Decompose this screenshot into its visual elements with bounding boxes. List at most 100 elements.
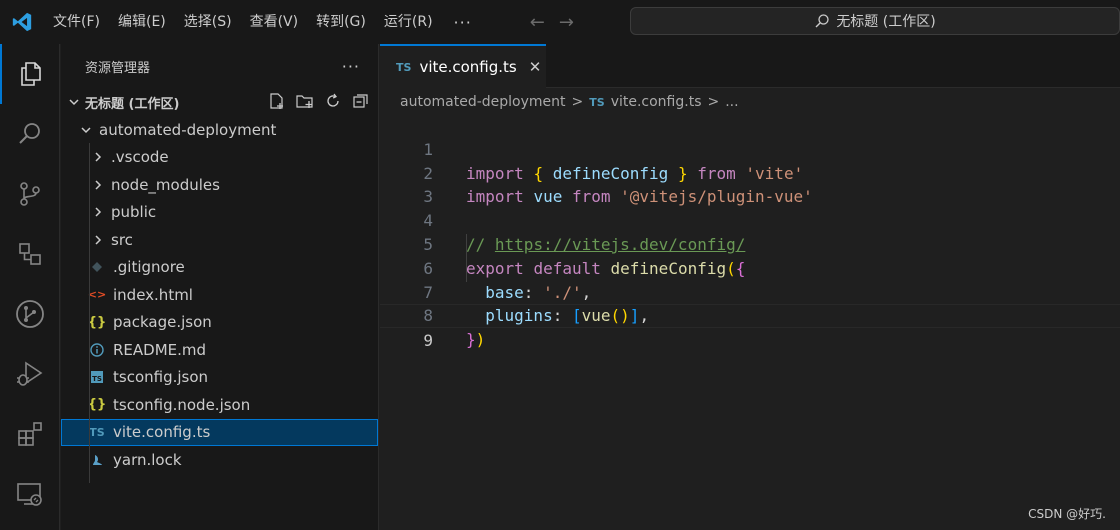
git-graph-icon[interactable] xyxy=(0,284,60,344)
new-file-icon[interactable] xyxy=(268,92,286,114)
yarn-file-icon xyxy=(89,453,105,467)
git-file-icon xyxy=(89,261,105,273)
tree-file-gitignore[interactable]: .gitignore xyxy=(61,254,378,282)
tree-file-readme[interactable]: README.md xyxy=(61,336,378,364)
tree-file-package-json[interactable]: {} package.json xyxy=(61,309,378,337)
menu-file[interactable]: 文件(F) xyxy=(44,0,109,44)
root-folder-label: automated-deployment xyxy=(99,120,277,139)
svg-text:TS: TS xyxy=(92,375,102,383)
new-folder-icon[interactable] xyxy=(296,92,314,114)
tree-folder-public[interactable]: public xyxy=(61,199,378,227)
tree-file-yarn-lock[interactable]: yarn.lock xyxy=(61,446,378,474)
code-token: } xyxy=(466,330,476,350)
tree-indent-guide xyxy=(89,143,90,483)
tab-vite-config[interactable]: TS vite.config.ts ✕ xyxy=(380,44,546,88)
explorer-more-button[interactable]: ··· xyxy=(342,57,360,76)
typescript-file-icon: TS xyxy=(89,425,105,439)
watermark: CSDN @好巧. xyxy=(1028,507,1106,521)
json-file-icon: {} xyxy=(87,397,107,413)
explorer-header: 资源管理器 ··· xyxy=(61,44,378,88)
tree-item-label: .vscode xyxy=(111,148,169,167)
tree-item-label: node_modules xyxy=(111,175,220,194)
tree-root-folder[interactable]: automated-deployment xyxy=(61,116,378,144)
line-number: 9 xyxy=(423,331,433,351)
typescript-file-icon: TS xyxy=(589,95,605,109)
tree-item-label: src xyxy=(111,230,133,249)
code-indent-guide xyxy=(466,234,467,282)
code-line: 5 export default defineConfig({ xyxy=(380,209,1120,278)
tree-item-label: vite.config.ts xyxy=(113,423,211,442)
remote-window-icon[interactable] xyxy=(0,464,60,524)
chevron-right-icon: > xyxy=(707,94,720,110)
tree-folder-src[interactable]: src xyxy=(61,226,378,254)
menu-view[interactable]: 查看(V) xyxy=(241,0,308,44)
chevron-down-icon xyxy=(67,96,81,108)
json-file-icon: {} xyxy=(87,314,107,330)
tab-label: vite.config.ts xyxy=(419,58,517,76)
activity-bar xyxy=(0,44,60,530)
close-icon[interactable]: ✕ xyxy=(529,58,542,76)
code-editor[interactable]: 1 import { defineConfig } from 'vite' 2 … xyxy=(380,114,1120,350)
explorer-title: 资源管理器 xyxy=(85,60,151,76)
tree-file-index-html[interactable]: <> index.html xyxy=(61,281,378,309)
tree-file-tsconfig[interactable]: TS tsconfig.json xyxy=(61,364,378,392)
tree-file-tsconfig-node[interactable]: {} tsconfig.node.json xyxy=(61,391,378,419)
chevron-right-icon xyxy=(91,151,105,163)
source-control-icon[interactable] xyxy=(0,164,60,224)
chevron-right-icon xyxy=(91,234,105,246)
tree-item-label: index.html xyxy=(113,285,193,304)
breadcrumb-folder[interactable]: automated-deployment xyxy=(400,94,566,110)
menu-edit[interactable]: 编辑(E) xyxy=(109,0,175,44)
menu-run[interactable]: 运行(R) xyxy=(375,0,442,44)
workspace-header[interactable]: 无标题 (工作区) xyxy=(61,88,378,116)
menu-selection[interactable]: 选择(S) xyxy=(175,0,241,44)
tree-item-label: tsconfig.json xyxy=(113,368,209,387)
tree-item-label: public xyxy=(111,203,157,222)
workspace-label: 无标题 (工作区) xyxy=(85,96,180,112)
breadcrumb-file[interactable]: vite.config.ts xyxy=(611,94,702,110)
code-line: 1 import { defineConfig } from 'vite' xyxy=(380,114,1120,183)
tree-item-label: .gitignore xyxy=(113,258,185,277)
command-center-label: 无标题 (工作区) xyxy=(836,14,936,30)
breadcrumb-symbols[interactable]: ... xyxy=(725,94,738,110)
tree-item-label: tsconfig.node.json xyxy=(113,395,251,414)
info-icon xyxy=(89,343,105,357)
workspace-actions xyxy=(268,92,370,114)
tsconfig-file-icon: TS xyxy=(89,370,105,384)
title-bar: 文件(F) 编辑(E) 选择(S) 查看(V) 转到(G) 运行(R) ··· … xyxy=(0,0,1120,44)
editor-tab-bar: TS vite.config.ts ✕ xyxy=(380,44,1120,88)
tree-folder-vscode[interactable]: .vscode xyxy=(61,144,378,172)
code-line: 8 }) xyxy=(380,281,1120,349)
chevron-right-icon: > xyxy=(571,94,584,110)
code-line: 7 plugins: [vue()], xyxy=(380,257,1120,326)
remote-explorer-icon[interactable] xyxy=(0,224,60,284)
typescript-file-icon: TS xyxy=(396,60,412,74)
html-file-icon: <> xyxy=(87,288,107,302)
vscode-logo-icon xyxy=(0,0,44,44)
menu-bar: 文件(F) 编辑(E) 选择(S) 查看(V) 转到(G) 运行(R) ··· xyxy=(44,0,484,44)
chevron-down-icon xyxy=(79,124,93,136)
run-debug-icon[interactable] xyxy=(0,344,60,404)
command-center-search[interactable]: 无标题 (工作区) xyxy=(630,7,1120,35)
chevron-right-icon xyxy=(91,206,105,218)
tree-folder-node-modules[interactable]: node_modules xyxy=(61,171,378,199)
tree-file-vite-config[interactable]: TS vite.config.ts xyxy=(61,418,378,446)
explorer-icon[interactable] xyxy=(0,44,60,104)
code-line: 3 xyxy=(380,162,1120,206)
code-line-current: 9 xyxy=(380,304,1120,350)
extensions-icon[interactable] xyxy=(0,404,60,464)
navigation-arrows: ← → xyxy=(530,12,574,33)
forward-arrow-icon[interactable]: → xyxy=(559,12,574,33)
breadcrumb: automated-deployment > TS vite.config.ts… xyxy=(400,90,739,114)
search-activity-icon[interactable] xyxy=(0,104,60,164)
back-arrow-icon[interactable]: ← xyxy=(530,12,545,33)
menu-more-button[interactable]: ··· xyxy=(442,13,484,32)
tree-item-label: package.json xyxy=(113,313,212,332)
menu-go[interactable]: 转到(G) xyxy=(307,0,375,44)
tree-item-label: README.md xyxy=(113,340,207,359)
tree-item-label: yarn.lock xyxy=(113,450,182,469)
refresh-icon[interactable] xyxy=(324,92,342,114)
explorer-sidebar: 资源管理器 ··· 无标题 (工作区) automated-deployment… xyxy=(61,44,379,530)
collapse-all-icon[interactable] xyxy=(352,92,370,114)
code-line: 6 base: './', xyxy=(380,233,1120,302)
